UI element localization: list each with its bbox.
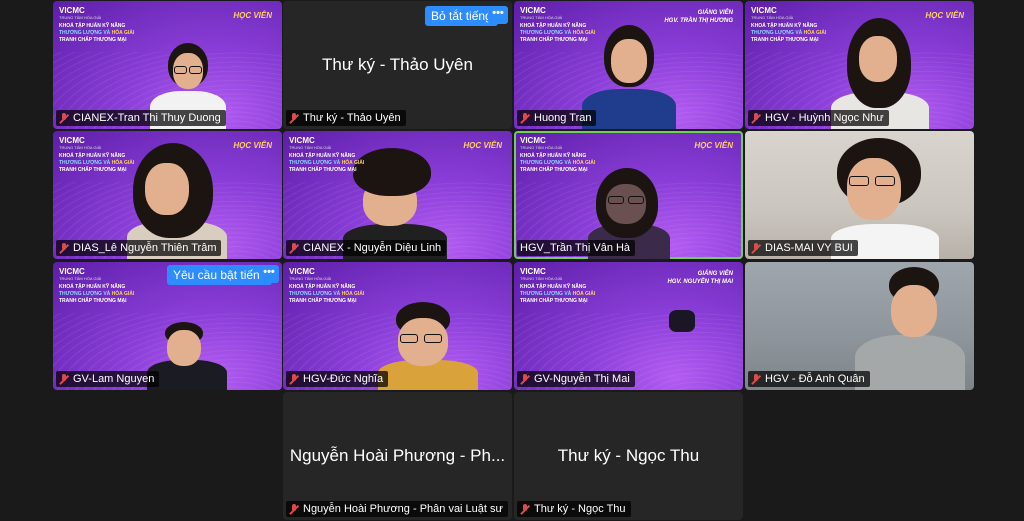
participant-name-label: Thư ký - Thảo Uyên	[286, 110, 406, 126]
participant-name-label: CIANEX - Nguyễn Diệu Linh	[286, 240, 447, 256]
mic-muted-icon	[59, 374, 69, 384]
vicmc-logo: VICMC TRUNG TÂM HÒA GIẢI	[59, 6, 102, 20]
participant-name-label: CIANEX-Tran Thi Thuy Duong	[56, 110, 226, 126]
participant-name-label: Huong Tran	[517, 110, 597, 126]
mic-muted-icon	[520, 504, 530, 514]
mic-muted-icon	[289, 374, 299, 384]
student-badge: HỌC VIÊN	[463, 141, 502, 150]
video-tile-gv-lam-nguyen[interactable]: VICMC TRUNG TÂM HÒA GIẢI KHOÁ TẬP HUẤN KỸ…	[53, 262, 282, 390]
vicmc-logo: VICMC TRUNG TÂM HÒA GIẢI	[289, 136, 332, 150]
video-tile-thu-ky-ngoc-thu[interactable]: Thư ký - Ngọc Thu Thư ký - Ngọc Thu	[514, 392, 743, 520]
more-options-button[interactable]: •••	[259, 265, 279, 283]
course-title: KHOÁ TẬP HUẤN KỸ NĂNG THƯƠNG LƯỢNG VÀ HÒA…	[59, 284, 135, 304]
student-badge: HỌC VIÊN	[233, 141, 272, 150]
course-title: KHOÁ TẬP HUẤN KỸ NĂNG THƯƠNG LƯỢNG VÀ HÒA…	[520, 23, 596, 43]
video-tile-dias-le-nguyen-thien-tram[interactable]: VICMC TRUNG TÂM HÒA GIẢI KHOÁ TẬP HUẤN KỸ…	[53, 131, 282, 259]
video-tile-dias-mai-vy-bui[interactable]: DIAS-MAI VY BUI	[745, 131, 974, 259]
mic-muted-icon	[751, 113, 761, 123]
vicmc-logo: VICMC TRUNG TÂM HÒA GIẢI	[289, 267, 332, 281]
participant-name-label: DIAS-MAI VY BUI	[748, 240, 858, 256]
course-title: KHOÁ TẬP HUẤN KỸ NĂNG THƯƠNG LƯỢNG VÀ HÒA…	[59, 23, 135, 43]
mic-muted-icon	[289, 504, 299, 514]
participant-name-label: DIAS_Lê Nguyễn Thiên Trâm	[56, 240, 222, 256]
course-title: KHOÁ TẬP HUẤN KỸ NĂNG THƯƠNG LƯỢNG VÀ HÒA…	[520, 153, 596, 173]
vicmc-logo: VICMC TRUNG TÂM HÒA GIẢI	[751, 6, 794, 20]
participant-display-name: Thư ký - Thảo Uyên	[322, 55, 473, 74]
participant-display-name: Thư ký - Ngọc Thu	[557, 446, 700, 465]
video-tile-hgv-huynh-ngoc-nhu[interactable]: VICMC TRUNG TÂM HÒA GIẢI KHOÁ TẬP HUẤN KỸ…	[745, 1, 974, 129]
teacher-caption: GIẢNG VIÊN HGV. TRẦN THỊ HƯƠNG	[664, 10, 733, 24]
student-badge: HỌC VIÊN	[694, 141, 733, 150]
student-badge: HỌC VIÊN	[925, 11, 964, 20]
video-tile-thu-ky-thao-uyen[interactable]: Thư ký - Thảo Uyên Bỏ tắt tiếng ••• Thư …	[283, 1, 512, 129]
mic-muted-icon	[59, 243, 69, 253]
teacher-caption: GIẢNG VIÊN HGV. NGUYỄN THỊ MAI	[667, 271, 733, 285]
video-tile-huong-tran[interactable]: VICMC TRUNG TÂM HÒA GIẢI KHOÁ TẬP HUẤN KỸ…	[514, 1, 743, 129]
course-title: KHOÁ TẬP HUẤN KỸ NĂNG THƯƠNG LƯỢNG VÀ HÒA…	[59, 153, 135, 173]
mic-muted-icon	[751, 374, 761, 384]
mic-muted-icon	[289, 113, 299, 123]
participant-name-label: HGV_Trần Thị Vân Hà	[517, 240, 636, 256]
mic-muted-icon	[751, 243, 761, 253]
participant-name-label: Nguyễn Hoài Phương - Phân vai Luật sư	[286, 501, 508, 517]
participant-video	[855, 265, 965, 390]
mic-muted-icon	[59, 113, 69, 123]
video-tile-hgv-duc-nghia[interactable]: VICMC TRUNG TÂM HÒA GIẢI KHOÁ TẬP HUẤN KỸ…	[283, 262, 512, 390]
video-tile-hgv-tran-thi-van-ha-active-speaker[interactable]: VICMC TRUNG TÂM HÒA GIẢI KHOÁ TẬP HUẤN KỸ…	[514, 131, 743, 259]
participant-video	[378, 300, 478, 390]
vicmc-logo: VICMC TRUNG TÂM HÒA GIẢI	[59, 136, 102, 150]
video-tile-gv-nguyen-thi-mai[interactable]: VICMC TRUNG TÂM HÒA GIẢI KHOÁ TẬP HUẤN KỸ…	[514, 262, 743, 390]
participant-name-label: HGV - Đỗ Anh Quân	[748, 371, 870, 387]
mic-muted-icon	[289, 243, 299, 253]
participant-name-label: HGV - Huỳnh Ngọc Như	[748, 110, 889, 126]
video-tile-hgv-do-anh-quan[interactable]: HGV - Đỗ Anh Quân	[745, 262, 974, 390]
video-tile-cianex-tran-thi-thuy-duong[interactable]: VICMC TRUNG TÂM HÒA GIẢI KHOÁ TẬP HUẤN KỸ…	[53, 1, 282, 129]
participant-display-name: Nguyễn Hoài Phương - Ph...	[289, 446, 506, 465]
mute-all-button[interactable]: Bỏ tắt tiếng	[425, 6, 498, 26]
ask-to-unmute-button[interactable]: Yêu cầu bật tiếng	[167, 265, 273, 285]
vicmc-logo: VICMC TRUNG TÂM HÒA GIẢI	[59, 267, 102, 281]
vicmc-logo: VICMC TRUNG TÂM HÒA GIẢI	[520, 136, 563, 150]
student-badge: HỌC VIÊN	[233, 11, 272, 20]
vicmc-logo: VICMC TRUNG TÂM HÒA GIẢI	[520, 6, 563, 20]
mic-muted-icon	[520, 374, 530, 384]
course-title: KHOÁ TẬP HUẤN KỸ NĂNG THƯƠNG LƯỢNG VÀ HÒA…	[520, 284, 596, 304]
participant-name-label: GV-Lam Nguyen	[56, 371, 160, 387]
video-tile-nguyen-hoai-phuong[interactable]: Nguyễn Hoài Phương - Ph... Nguyễn Hoài P…	[283, 392, 512, 520]
course-title: KHOÁ TẬP HUẤN KỸ NĂNG THƯƠNG LƯỢNG VÀ HÒA…	[751, 23, 827, 43]
participant-video	[669, 310, 699, 390]
course-title: KHOÁ TẬP HUẤN KỸ NĂNG THƯƠNG LƯỢNG VÀ HÒA…	[289, 284, 365, 304]
video-tile-cianex-nguyen-dieu-linh[interactable]: VICMC TRUNG TÂM HÒA GIẢI KHOÁ TẬP HUẤN KỸ…	[283, 131, 512, 259]
more-options-button[interactable]: •••	[488, 6, 508, 24]
participant-name-label: HGV-Đức Nghĩa	[286, 371, 389, 387]
participant-name-label: Thư ký - Ngọc Thu	[517, 501, 631, 517]
vicmc-logo: VICMC TRUNG TÂM HÒA GIẢI	[520, 267, 563, 281]
participant-name-label: GV-Nguyễn Thị Mai	[517, 371, 635, 387]
course-title: KHOÁ TẬP HUẤN KỸ NĂNG THƯƠNG LƯỢNG VÀ HÒA…	[289, 153, 365, 173]
mic-muted-icon	[520, 113, 530, 123]
